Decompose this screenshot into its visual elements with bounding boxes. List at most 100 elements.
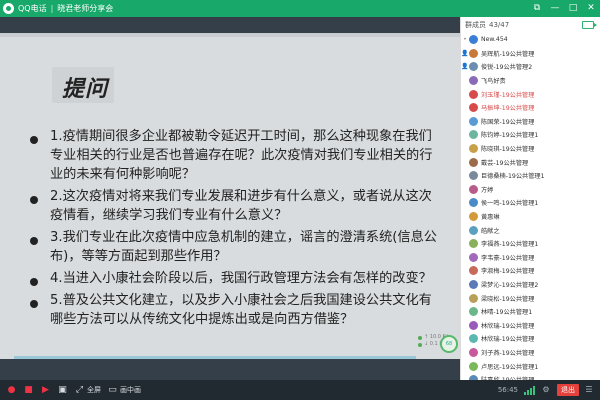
title-separator: | bbox=[50, 4, 54, 13]
member-item[interactable]: 陈钧婷-19公共管理1 bbox=[461, 128, 600, 142]
bullet-icon bbox=[30, 237, 38, 245]
minimize-button[interactable]: — bbox=[546, 0, 564, 17]
member-name: 方婷 bbox=[481, 186, 494, 194]
avatar bbox=[469, 347, 478, 357]
avatar bbox=[469, 320, 478, 330]
avatar bbox=[469, 62, 478, 72]
tool-list: ● ■ ▶ ▣ ⤢ 全屏 ▭ 画中画 bbox=[0, 385, 141, 396]
member-name: 皓献之 bbox=[481, 227, 500, 235]
fullscreen-button[interactable]: ⤢ 全屏 bbox=[74, 385, 101, 396]
member-item[interactable]: • New.454 bbox=[461, 33, 600, 47]
member-name: 陈晓琪-19公共管理 bbox=[481, 146, 535, 154]
question-text: 5.普及公共文化建立，以及步入小康社会之后我国建设公共文化有哪些方法可以从传统文… bbox=[50, 293, 432, 327]
member-item[interactable]: 陈晓琪-19公共管理 bbox=[461, 142, 600, 156]
member-item[interactable]: 刘玉瑾-19公共管理 bbox=[461, 87, 600, 101]
member-name: 马振坤-19公共管理 bbox=[481, 105, 535, 113]
member-panel: 群成员 43/47 • New.454 👤 吴辉航-19公共管理 👤 俊锐-19公共管理2… bbox=[460, 17, 600, 380]
bullet-icon bbox=[30, 300, 38, 308]
slide-top-bar bbox=[0, 33, 460, 37]
member-item[interactable]: 👤 吴辉航-19公共管理 bbox=[461, 47, 600, 61]
screen-share-area: 提问 1.疫情期间很多企业都被勒令延迟开工时间，那么这种现象在我们专业相关的行业… bbox=[0, 17, 460, 380]
member-item[interactable]: 卢思远-19公共管理1 bbox=[461, 359, 600, 373]
member-name: 戴芸-19公共管理 bbox=[481, 159, 529, 167]
camera-button[interactable]: ■ bbox=[23, 385, 34, 396]
avatar bbox=[469, 334, 478, 344]
member-item[interactable]: 巨德桑楠-19公共管理1 bbox=[461, 169, 600, 183]
member-item[interactable]: 皓献之 bbox=[461, 223, 600, 237]
member-name: 陈国荣-19公共管理 bbox=[481, 118, 535, 126]
settings-icon[interactable]: ⚙ bbox=[541, 385, 551, 395]
avatar bbox=[469, 144, 478, 154]
member-item[interactable]: 黄惠琳 bbox=[461, 210, 600, 224]
exit-button[interactable]: 退出 bbox=[557, 384, 579, 396]
avatar bbox=[469, 212, 478, 222]
microphone-button[interactable]: ● bbox=[6, 385, 17, 396]
member-name: 李韦豪-19公共管理 bbox=[481, 254, 535, 262]
member-status-icon: • bbox=[463, 36, 467, 44]
member-item[interactable]: 刘子燕-19公共管理 bbox=[461, 346, 600, 360]
screen-share-button[interactable]: ▣ bbox=[57, 385, 68, 396]
question-item: 4.当进入小康社会阶段以后，我国行政管理方法会有怎样的改变？ bbox=[30, 269, 440, 288]
avatar bbox=[469, 198, 478, 208]
group-name: 晓君老师分享会 bbox=[57, 4, 114, 13]
avatar bbox=[469, 35, 478, 45]
member-panel-header: 群成员 43/47 bbox=[461, 17, 600, 33]
network-gauge[interactable]: 68 bbox=[440, 335, 458, 353]
slide-title-box: 提问 bbox=[52, 67, 114, 103]
avatar bbox=[469, 103, 478, 113]
tool-label: 全屏 bbox=[87, 386, 101, 394]
avatar bbox=[469, 307, 478, 317]
more-icon[interactable]: ☰ bbox=[584, 385, 594, 395]
bullet-icon bbox=[30, 196, 38, 204]
member-item[interactable]: 李淑梅-19公共管理 bbox=[461, 264, 600, 278]
member-item[interactable]: 李福燕-19公共管理1 bbox=[461, 237, 600, 251]
member-item[interactable]: 林晴-19公共管理1 bbox=[461, 305, 600, 319]
member-status-icon: 👤 bbox=[461, 49, 469, 57]
avatar bbox=[469, 130, 478, 140]
question-item: 2.这次疫情对将来我们专业发展和进步有什么意义，或者说从这次疫情看，继续学习我们… bbox=[30, 187, 440, 225]
title-bar: QQ电话 | 晓君老师分享会 ⧉ — □ ✕ bbox=[0, 0, 600, 17]
member-item[interactable]: 梁梦沁-19公共管理2 bbox=[461, 278, 600, 292]
close-button[interactable]: ✕ bbox=[582, 0, 600, 17]
member-item[interactable]: 李韦豪-19公共管理 bbox=[461, 251, 600, 265]
member-item[interactable]: 林欣瑞-19公共管理 bbox=[461, 318, 600, 332]
member-name: 李淑梅-19公共管理 bbox=[481, 268, 535, 276]
member-panel-title: 群成员 bbox=[465, 21, 486, 29]
fullscreen-icon: ⤢ bbox=[75, 385, 84, 395]
bottom-toolbar: ● ■ ▶ ▣ ⤢ 全屏 ▭ 画中画 56:45 ⚙ 退出 ☰ bbox=[0, 380, 600, 400]
member-name: 卢思远-19公共管理1 bbox=[481, 363, 539, 371]
pip-button[interactable]: ▭ 画中画 bbox=[107, 385, 141, 396]
member-name: 飞鸟好贵 bbox=[481, 78, 506, 86]
member-item[interactable]: 林欣瑞-19公共管理 bbox=[461, 332, 600, 346]
member-list: • New.454 👤 吴辉航-19公共管理 👤 俊锐-19公共管理2 飞鸟好贵 刘玉瑾-19… bbox=[461, 33, 600, 380]
member-name: 刘子燕-19公共管理 bbox=[481, 349, 535, 357]
restore-icon[interactable]: ⧉ bbox=[528, 0, 546, 17]
member-item[interactable]: 侯一鸣-19公共管理1 bbox=[461, 196, 600, 210]
member-item[interactable]: 梁晓松-19公共管理 bbox=[461, 291, 600, 305]
member-name: New.454 bbox=[481, 36, 508, 44]
maximize-button[interactable]: □ bbox=[564, 0, 582, 17]
member-item[interactable]: 马振坤-19公共管理 bbox=[461, 101, 600, 115]
question-text: 3.我们专业在此次疫情中应急机制的建立，谣言的澄清系统(信息公布)，等等方面起到… bbox=[50, 230, 437, 264]
member-status-icon: 👤 bbox=[461, 63, 469, 71]
qq-logo-icon bbox=[3, 3, 14, 14]
member-item[interactable]: 👤 俊锐-19公共管理2 bbox=[461, 60, 600, 74]
member-name: 侯一鸣-19公共管理1 bbox=[481, 200, 539, 208]
member-item[interactable]: 方婷 bbox=[461, 183, 600, 197]
member-item[interactable]: 戴芸-19公共管理 bbox=[461, 155, 600, 169]
member-name: 林晴-19公共管理1 bbox=[481, 309, 533, 317]
question-list: 1.疫情期间很多企业都被勒令延迟开工时间，那么这种现象在我们专业相关的行业是否也… bbox=[30, 127, 440, 332]
avatar bbox=[469, 266, 478, 276]
avatar bbox=[469, 293, 478, 303]
member-item[interactable]: 陆嘉欣-19公共管理 bbox=[461, 373, 600, 380]
member-name: 陈钧婷-19公共管理1 bbox=[481, 132, 539, 140]
member-item[interactable]: 陈国荣-19公共管理 bbox=[461, 115, 600, 129]
download-dot-icon bbox=[418, 342, 422, 347]
video-icon: ▶ bbox=[42, 385, 49, 395]
video-button[interactable]: ▶ bbox=[40, 385, 51, 396]
member-name: 梁梦沁-19公共管理2 bbox=[481, 281, 539, 289]
question-item: 5.普及公共文化建立，以及步入小康社会之后我国建设公共文化有哪些方法可以从传统文… bbox=[30, 291, 440, 329]
screen-share-icon: ▣ bbox=[58, 385, 67, 395]
member-item[interactable]: 飞鸟好贵 bbox=[461, 74, 600, 88]
video-icon[interactable] bbox=[582, 21, 597, 29]
